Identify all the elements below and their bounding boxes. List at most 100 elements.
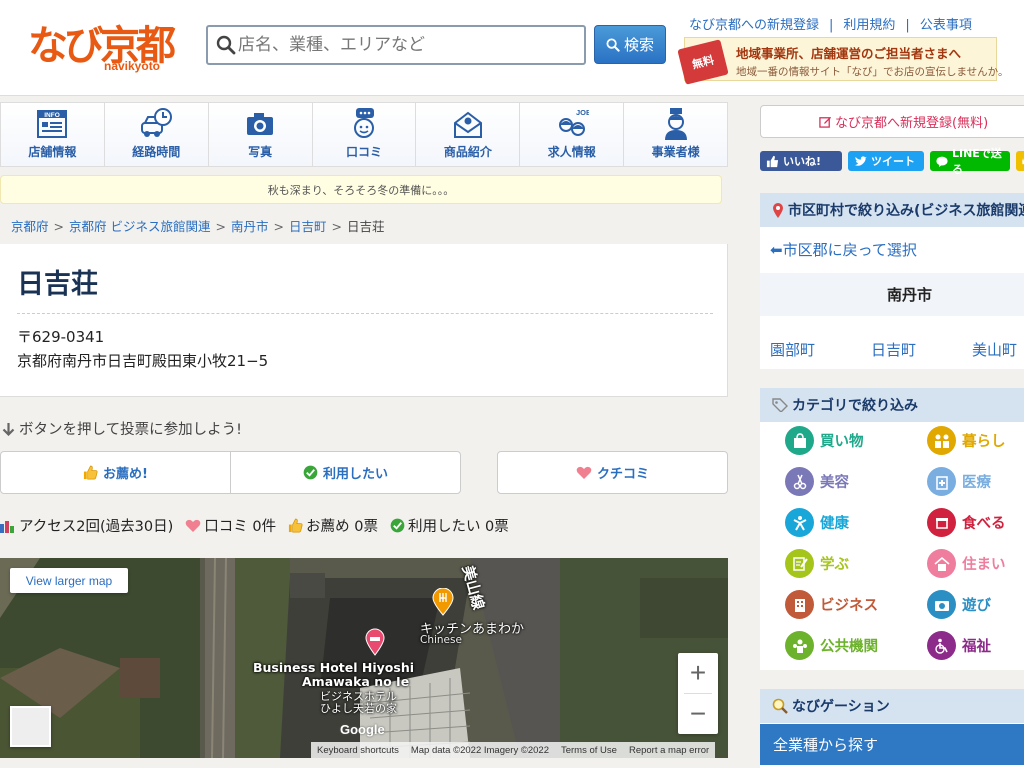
free-badge: 無料 xyxy=(677,39,729,85)
keyboard-shortcuts-link[interactable]: Keyboard shortcuts xyxy=(311,745,405,756)
category-label: 遊び xyxy=(962,598,991,614)
all-industries-link[interactable]: 全業種から探す xyxy=(760,724,1024,765)
map-place-type: Chinese xyxy=(420,634,462,646)
review-button[interactable]: クチコミ xyxy=(497,451,728,494)
breadcrumb-prefecture[interactable]: 京都府 xyxy=(11,219,49,234)
nav-products[interactable]: 商品紹介 xyxy=(416,103,521,166)
category-learn[interactable]: 学ぶ xyxy=(785,549,849,578)
tweet-button[interactable]: ツイート xyxy=(848,151,924,171)
category-medical[interactable]: 医療 xyxy=(927,467,991,496)
svg-text:INFO: INFO xyxy=(45,112,61,119)
breadcrumb-city[interactable]: 南丹市 xyxy=(231,219,269,234)
terms-of-use-link[interactable]: Terms of Use xyxy=(555,745,623,756)
town-link-miyama[interactable]: 美山町 xyxy=(972,339,1024,360)
category-shopping[interactable]: 買い物 xyxy=(785,426,864,455)
public-icon xyxy=(785,631,814,660)
category-label: 買い物 xyxy=(820,434,864,450)
category-label: 住まい xyxy=(962,557,1006,573)
facebook-like-button[interactable]: いいね! xyxy=(760,151,842,171)
report-map-error-link[interactable]: Report a map error xyxy=(623,745,715,756)
map-footer: Keyboard shortcuts Map data ©2022 Imager… xyxy=(311,742,716,758)
food-icon xyxy=(927,508,956,537)
mail-share-button[interactable] xyxy=(1016,151,1024,171)
recommend-button[interactable]: お薦め! xyxy=(0,451,231,494)
category-living[interactable]: 暮らし xyxy=(927,426,1006,455)
review-stat: 口コミ 0件 xyxy=(185,515,276,536)
category-food[interactable]: 食べる xyxy=(927,508,1006,537)
nav-label: 口コミ xyxy=(346,145,383,159)
review-label: クチコミ xyxy=(596,467,649,482)
recommend-count: お薦め 0票 xyxy=(306,519,378,535)
shop-name: 日吉荘 xyxy=(17,269,98,300)
want-to-use-button[interactable]: 利用したい xyxy=(230,451,461,494)
search-icon xyxy=(216,35,236,55)
recommend-label: お薦め! xyxy=(103,467,148,482)
category-label: 福祉 xyxy=(962,639,991,655)
nav-shop-info[interactable]: INFO 店舗情報 xyxy=(1,103,105,166)
zoom-out-button[interactable]: − xyxy=(678,694,718,734)
shop-address: 京都府南丹市日吉町殿田東小牧21−5 xyxy=(17,352,269,370)
search-input[interactable] xyxy=(238,31,578,59)
restaurant-pin-icon[interactable] xyxy=(432,588,454,616)
category-welfare[interactable]: 福祉 xyxy=(927,631,991,660)
vote-prompt: ボタンを押して投票に参加しよう! xyxy=(2,418,242,439)
area-filter-title: 市区町村で絞り込み(ビジネス旅館関連) xyxy=(788,203,1024,219)
category-business[interactable]: ビジネス xyxy=(785,590,878,619)
register-button[interactable]: なび京都へ新規登録(無料) xyxy=(760,105,1024,138)
nav-label: 店舗情報 xyxy=(28,145,77,159)
house-icon xyxy=(927,549,956,578)
facebook-icon xyxy=(766,155,779,167)
google-logo: Google xyxy=(340,722,385,737)
line-share-button[interactable]: LINEで送る xyxy=(930,147,1010,176)
thumbs-up-icon xyxy=(83,465,98,480)
zoom-in-button[interactable]: + xyxy=(678,653,718,693)
town-link-hiyoshi[interactable]: 日吉町 xyxy=(871,339,972,360)
map-hotel-en-2: Amawaka no Ie xyxy=(302,674,410,689)
logo-subtext: navikyoto xyxy=(104,59,161,73)
tag-icon xyxy=(772,398,788,412)
register-label: なび京都へ新規登録(無料) xyxy=(835,116,989,131)
navigation-header: なびゲーション xyxy=(760,689,1024,723)
want-to-use-label: 利用したい xyxy=(322,467,388,482)
camera-icon xyxy=(927,590,956,619)
nav-business[interactable]: 事業者様 xyxy=(624,103,728,166)
nav-reviews[interactable]: 口コミ xyxy=(312,103,417,166)
category-public[interactable]: 公共機関 xyxy=(785,631,878,660)
back-to-district-link[interactable]: ⬅市区郡に戻って選択 xyxy=(770,239,917,260)
area-filter-panel: 市区町村で絞り込み(ビジネス旅館関連) ⬅市区郡に戻って選択 南丹市 園部町 日… xyxy=(760,193,1024,369)
vote-prompt-text: ボタンを押して投票に参加しよう! xyxy=(19,422,242,438)
town-link-sonobe[interactable]: 園部町 xyxy=(770,339,871,360)
map-hotel-en: Business Hotel Hiyoshi xyxy=(253,660,415,675)
nav-route-time[interactable]: 経路時間 xyxy=(104,103,209,166)
navigation-panel: なびゲーション 全業種から探す xyxy=(760,689,1024,768)
chat-person-icon xyxy=(354,108,374,138)
map-zoom-control: + − xyxy=(678,653,718,734)
category-label: 暮らし xyxy=(962,434,1006,450)
info-icon: INFO xyxy=(37,110,68,138)
hotel-pin-icon[interactable] xyxy=(365,628,385,656)
breadcrumb-category[interactable]: 京都府 ビジネス旅館関連 xyxy=(69,219,210,234)
stats-row: アクセス2回(過去30日) 口コミ 0件 お薦め 0票 利用したい 0票 xyxy=(0,515,521,536)
category-beauty[interactable]: 美容 xyxy=(785,467,849,496)
heart-icon xyxy=(185,519,201,532)
access-stat: アクセス2回(過去30日) xyxy=(0,515,173,536)
category-health[interactable]: 健康 xyxy=(785,508,849,537)
search-icon xyxy=(606,37,620,52)
site-logo[interactable]: なび京都 navikyoto xyxy=(28,24,176,76)
gift-icon xyxy=(453,111,482,138)
job-icon: JOB xyxy=(558,108,589,136)
map-data-credit: Map data ©2022 Imagery ©2022 xyxy=(410,744,549,756)
nav-jobs[interactable]: JOB 求人情報 xyxy=(520,103,625,166)
beauty-icon xyxy=(785,467,814,496)
nav-photos[interactable]: 写真 xyxy=(208,103,313,166)
line-icon xyxy=(936,156,948,167)
breadcrumb-current: 日吉荘 xyxy=(346,219,385,234)
wheelchair-icon xyxy=(927,631,956,660)
breadcrumb-town[interactable]: 日吉町 xyxy=(289,219,327,234)
search-button[interactable]: 検索 xyxy=(594,25,666,64)
map-type-toggle[interactable] xyxy=(10,706,51,747)
category-leisure[interactable]: 遊び xyxy=(927,590,991,619)
category-housing[interactable]: 住まい xyxy=(927,549,1006,578)
view-larger-map-button[interactable]: View larger map xyxy=(10,568,128,593)
business-person-icon xyxy=(664,108,687,140)
